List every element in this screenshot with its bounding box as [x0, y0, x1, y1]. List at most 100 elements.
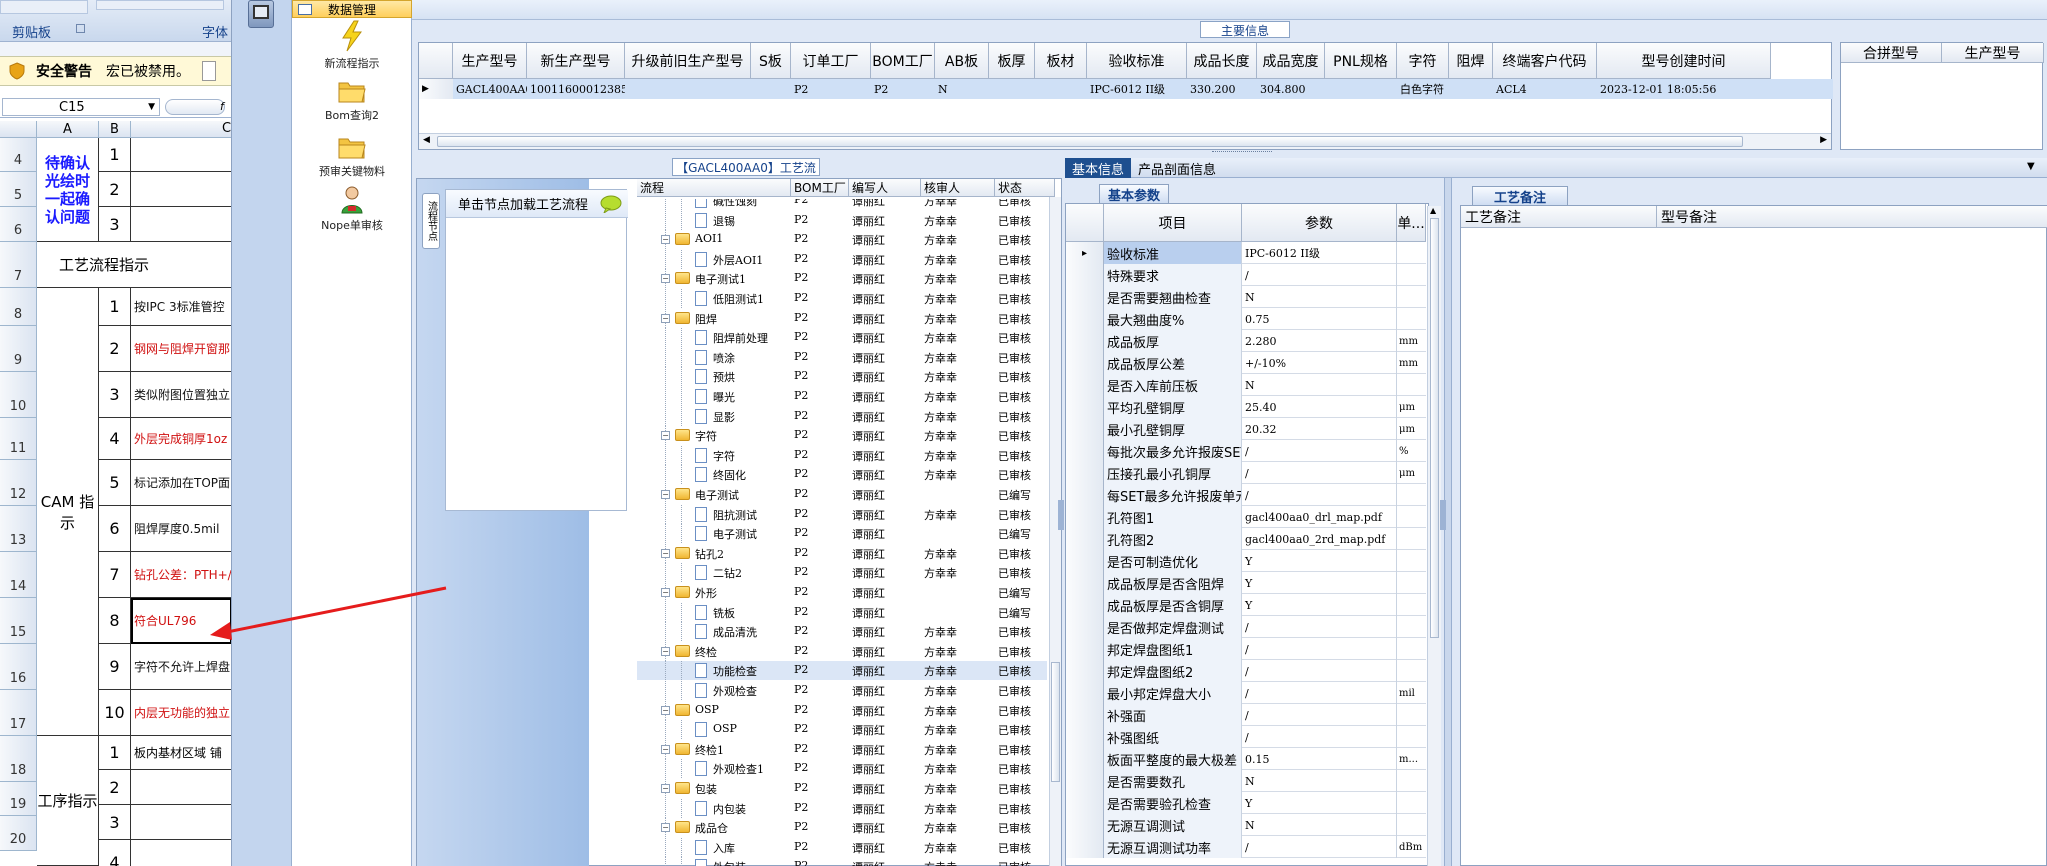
- process-tree-row[interactable]: − 字符 P2 谭丽红 方幸幸 已审核: [637, 426, 1047, 445]
- tree-expander-icon[interactable]: −: [661, 784, 670, 793]
- tree-expander-icon[interactable]: −: [661, 490, 670, 499]
- row-selector[interactable]: [1066, 506, 1104, 528]
- params-vertical-scrollbar[interactable]: ▲: [1427, 206, 1441, 866]
- row-header[interactable]: 15: [0, 598, 37, 644]
- production-model-header[interactable]: 生产型号: [1942, 43, 2044, 63]
- param-row[interactable]: 补强面 /: [1066, 704, 1426, 726]
- param-row[interactable]: 特殊要求 /: [1066, 264, 1426, 286]
- main-info-header-cell[interactable]: 板材: [1035, 43, 1087, 79]
- cam-item-text[interactable]: 钢网与阻焊开窗那: [131, 326, 231, 372]
- param-row[interactable]: 是否可制造优化 Y: [1066, 550, 1426, 572]
- param-value[interactable]: /: [1242, 704, 1397, 726]
- select-all-corner[interactable]: [0, 121, 37, 138]
- row-selector[interactable]: [1066, 814, 1104, 836]
- row-selector[interactable]: [1066, 836, 1104, 858]
- process-tree-row[interactable]: 外观检查1 P2 谭丽红 方幸幸 已审核: [637, 759, 1047, 778]
- param-row[interactable]: 最小孔壁铜厚 20.32 μm: [1066, 418, 1426, 440]
- nav-nope-review[interactable]: Nope单审核: [292, 184, 412, 233]
- main-info-header-cell[interactable]: 订单工厂: [791, 43, 871, 79]
- process-header-cell[interactable]: BOM工厂: [791, 179, 849, 197]
- process-tree-row[interactable]: 成品清洗 P2 谭丽红 方幸幸 已审核: [637, 622, 1047, 641]
- process-tree-row[interactable]: 预烘 P2 谭丽红 方幸幸 已审核: [637, 367, 1047, 386]
- param-row[interactable]: 成品板厚是否含阻焊 Y: [1066, 572, 1426, 594]
- param-value[interactable]: /: [1242, 660, 1397, 682]
- options-button[interactable]: [202, 61, 216, 81]
- pending-item-cell[interactable]: [131, 207, 231, 242]
- main-info-header-cell[interactable]: 成品长度: [1187, 43, 1257, 79]
- main-info-cell[interactable]: [989, 79, 1035, 99]
- param-row[interactable]: 邦定焊盘图纸1/: [1066, 638, 1426, 660]
- param-value[interactable]: /: [1242, 440, 1397, 462]
- params-header-unit[interactable]: 单...: [1397, 204, 1426, 242]
- nav-new-process[interactable]: 新流程指示: [292, 20, 412, 71]
- row-header[interactable]: 5: [0, 172, 37, 207]
- process-tree-row[interactable]: − 电子测试1 P2 谭丽红 方幸幸 已审核: [637, 269, 1047, 288]
- main-info-data-row[interactable]: ▶ GACL400AA0 10011600012385 P2 P2 N IPC-6012 I…: [419, 79, 1833, 99]
- scrollbar-thumb[interactable]: [437, 136, 1743, 147]
- row-header[interactable]: 12: [0, 460, 37, 506]
- app-icon[interactable]: [248, 0, 274, 28]
- row-header[interactable]: 18: [0, 736, 37, 782]
- param-value[interactable]: gacl400aa0_drl_map.pdf: [1242, 506, 1397, 528]
- main-info-cell[interactable]: 304.800: [1257, 79, 1325, 99]
- tree-expander-icon[interactable]: −: [661, 235, 670, 244]
- main-info-header-cell[interactable]: AB板: [935, 43, 989, 79]
- main-info-header-cell[interactable]: 板厚: [989, 43, 1035, 79]
- name-box[interactable]: C15 ▼: [2, 98, 160, 116]
- tree-expander-icon[interactable]: −: [661, 588, 670, 597]
- param-row[interactable]: 孔符图2 gacl400aa0_2rd_map.pdf: [1066, 528, 1426, 550]
- main-info-cell[interactable]: 白色字符: [1397, 79, 1449, 99]
- splitter-grip[interactable]: [1212, 151, 1272, 155]
- process-tree-row[interactable]: − 包装 P2 谭丽红 方幸幸 已审核: [637, 779, 1047, 798]
- cam-item-text[interactable]: 内层无功能的独立: [131, 690, 231, 736]
- load-process-hint[interactable]: 单击节点加载工艺流程: [446, 190, 628, 218]
- row-header[interactable]: 16: [0, 644, 37, 690]
- main-info-cell[interactable]: P2: [871, 79, 935, 99]
- row-selector[interactable]: [1066, 462, 1104, 484]
- cam-item-text[interactable]: 按IPC 3标准管控: [131, 288, 231, 326]
- main-info-header-cell[interactable]: 生产型号: [453, 43, 527, 79]
- param-value[interactable]: N: [1242, 770, 1397, 792]
- cam-item-text[interactable]: 阻焊厚度0.5mil: [131, 506, 231, 552]
- horizontal-scrollbar[interactable]: ◀ ▶: [419, 133, 1831, 149]
- process-tree-row[interactable]: − 终检 P2 谭丽红 方幸幸 已审核: [637, 642, 1047, 661]
- row-selector[interactable]: [1066, 792, 1104, 814]
- row-selector[interactable]: [1066, 264, 1104, 286]
- main-info-cell[interactable]: P2: [791, 79, 871, 99]
- param-value[interactable]: /: [1242, 484, 1397, 506]
- merge-model-header[interactable]: 合拼型号: [1841, 43, 1942, 63]
- tab-basic-params[interactable]: 基本参数: [1099, 184, 1169, 204]
- tree-expander-icon[interactable]: −: [661, 647, 670, 656]
- row-selector[interactable]: [1066, 330, 1104, 352]
- param-row[interactable]: ▸ 验收标准 IPC-6012 II级: [1066, 242, 1426, 264]
- tree-expander-icon[interactable]: −: [661, 431, 670, 440]
- process-header-cell[interactable]: 状态: [995, 179, 1055, 197]
- param-row[interactable]: 成品板厚公差 +/-10% mm: [1066, 352, 1426, 374]
- row-header[interactable]: 6: [0, 207, 37, 242]
- params-header-item[interactable]: 项目: [1104, 204, 1242, 242]
- row-header[interactable]: 14: [0, 552, 37, 598]
- pending-item-cell[interactable]: [131, 138, 231, 172]
- main-info-header-cell[interactable]: S板: [751, 43, 791, 79]
- main-info-header-cell[interactable]: 阻焊: [1449, 43, 1493, 79]
- main-info-header-cell[interactable]: 新生产型号: [527, 43, 625, 79]
- row-header[interactable]: 20: [0, 816, 37, 851]
- cam-item-text[interactable]: 标记添加在TOP面: [131, 460, 231, 506]
- row-selector[interactable]: [1066, 704, 1104, 726]
- row-selector[interactable]: [1066, 418, 1104, 440]
- row-selector[interactable]: [1066, 770, 1104, 792]
- row-selector[interactable]: [1066, 572, 1104, 594]
- mid-splitter-grip[interactable]: [1440, 500, 1446, 530]
- param-row[interactable]: 是否入库前压板 N: [1066, 374, 1426, 396]
- process-tree-row[interactable]: 终固化 P2 谭丽红 方幸幸 已审核: [637, 465, 1047, 484]
- row-header[interactable]: 19: [0, 782, 37, 816]
- param-value[interactable]: Y: [1242, 550, 1397, 572]
- param-value[interactable]: 25.40: [1242, 396, 1397, 418]
- process-tree-row[interactable]: 功能检查 P2 谭丽红 方幸幸 已审核: [637, 661, 1047, 680]
- nav-bom-query[interactable]: Bom查询2: [292, 78, 412, 123]
- row-selector[interactable]: [1066, 374, 1104, 396]
- param-value[interactable]: IPC-6012 II级: [1242, 242, 1397, 264]
- scroll-left-icon[interactable]: ◀: [423, 135, 430, 145]
- process-tree-row[interactable]: 内包装 P2 谭丽红 方幸幸 已审核: [637, 799, 1047, 818]
- param-row[interactable]: 板面平整度的最大极差 0.15 m...: [1066, 748, 1426, 770]
